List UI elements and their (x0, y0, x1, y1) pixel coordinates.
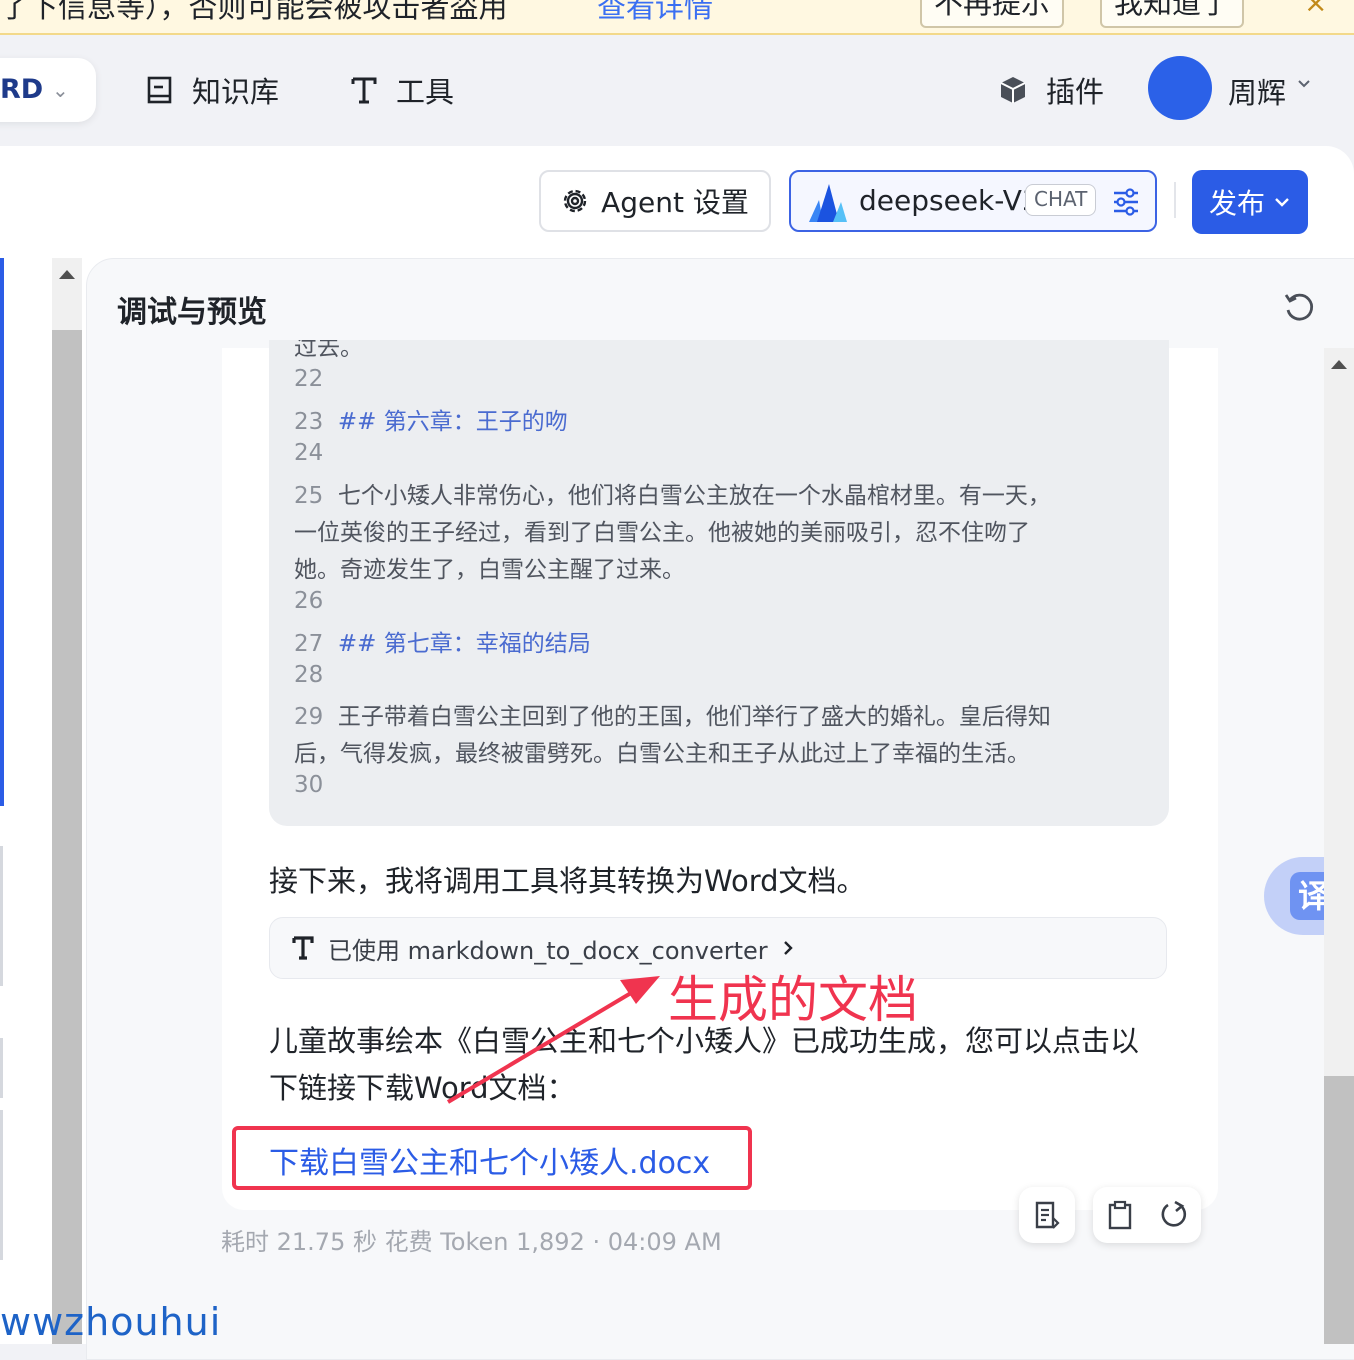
clipboard-icon[interactable] (1106, 1200, 1134, 1230)
agent-settings-button[interactable]: Agent 设置 (539, 170, 771, 232)
nav-tools[interactable]: 工具 (350, 70, 454, 110)
nav-knowledge-label: 知识库 (192, 75, 280, 109)
workspace-selector[interactable]: RD ⌄ (0, 58, 96, 122)
banner-details-link[interactable]: 查看详情 (597, 0, 713, 26)
gear-icon (563, 189, 587, 213)
user-name[interactable]: 周辉 (1228, 70, 1286, 112)
code-text: 后，气得发疯，最终被雷劈死。白雪公主和王子从此过上了幸福的生活。 (294, 741, 1030, 767)
code-line: 29 王子带着白雪公主回到了他的王国，他们举行了盛大的婚礼。皇后得知 (294, 697, 1051, 731)
workspace-label: RD (0, 74, 44, 105)
code-line: 28 (294, 662, 323, 688)
chevron-down-icon: ⌄ (52, 78, 69, 102)
code-line: 30 (294, 772, 323, 798)
left-divider (0, 1038, 3, 1098)
nav-knowledge[interactable]: 知识库 (146, 70, 279, 110)
panel-title: 调试与预览 (117, 295, 267, 330)
publish-button[interactable]: 发布 (1192, 170, 1308, 234)
code-line: 26 (294, 588, 323, 614)
left-divider (0, 846, 3, 986)
message-text: 下链接下载Word文档： (269, 1071, 576, 1105)
left-sidebar-accent (0, 258, 4, 806)
line-number: 25 (294, 483, 324, 509)
code-line: 25 七个小矮人非常伤心，他们将白雪公主放在一个水晶棺材里。有一天， (294, 476, 1051, 510)
download-link[interactable]: 下载白雪公主和七个小矮人.docx (269, 1138, 710, 1182)
warning-banner: 了下信息等），否则可能会被攻击者盗用 查看详情 不再提示 我知道了 × (0, 0, 1354, 35)
scroll-up-arrow-icon[interactable] (1330, 358, 1348, 370)
tool-icon (292, 936, 314, 960)
nav-plugins[interactable]: 插件 (998, 70, 1104, 110)
copy-text-button[interactable] (1019, 1187, 1075, 1243)
line-number: 29 (294, 704, 324, 730)
code-text: 过去。 (294, 340, 363, 361)
code-text: 一位英俊的王子经过，看到了白雪公主。他被她的美丽吸引，忍不住吻了 (294, 520, 1030, 546)
regenerate-icon[interactable] (1159, 1200, 1189, 1230)
model-mode-badge: CHAT (1025, 184, 1097, 216)
annotation-label: 生成的文档 (668, 971, 918, 1029)
line-number: 30 (294, 772, 324, 798)
code-line: 22 (294, 366, 323, 392)
book-icon (147, 76, 172, 104)
code-line: 一位英俊的王子经过，看到了白雪公主。他被她的美丽吸引，忍不住吻了 (294, 513, 1030, 547)
model-name: deepseek-V3 (859, 184, 1040, 217)
code-text: 七个小矮人非常伤心，他们将白雪公主放在一个水晶棺材里。有一天， (337, 483, 1051, 509)
chevron-down-icon (1275, 198, 1289, 207)
got-it-button[interactable]: 我知道了 (1100, 0, 1245, 28)
code-line: 后，气得发疯，最终被雷劈死。白雪公主和王子从此过上了幸福的生活。 (294, 734, 1030, 768)
message-meta: 耗时 21.75 秒 花费 Token 1,892 · 04:09 AM (221, 1228, 722, 1256)
nav-tools-label: 工具 (396, 75, 455, 109)
line-number: 23 (294, 409, 324, 435)
deepseek-logo-icon (809, 184, 847, 222)
agent-settings-label: Agent 设置 (601, 186, 749, 219)
close-icon[interactable]: × (1304, 0, 1327, 19)
tool-icon (351, 77, 377, 104)
line-number: 26 (294, 588, 324, 614)
chevron-right-icon (783, 941, 793, 955)
reset-icon[interactable] (1282, 290, 1316, 324)
sliders-icon[interactable] (1111, 188, 1141, 216)
left-scrollbar-thumb[interactable] (52, 330, 82, 1344)
code-line: 过去。 (294, 340, 363, 362)
code-block: 过去。 22 23 ## 第六章：王子的吻 24 25 七个小矮人非常伤心，他们… (269, 340, 1169, 826)
banner-text: 了下信息等），否则可能会被攻击者盗用 (0, 0, 508, 24)
code-line: 27 ## 第七章：幸福的结局 (294, 624, 591, 658)
cube-icon (1000, 77, 1026, 103)
publish-label: 发布 (1208, 187, 1265, 220)
left-divider (0, 1110, 3, 1260)
watermark-text: wwzhouhui (0, 1300, 222, 1344)
line-number: 22 (294, 366, 324, 392)
message-text: 接下来，我将调用工具将其转换为Word文档。 (269, 864, 866, 898)
code-line: 24 (294, 440, 323, 466)
avatar[interactable] (1148, 56, 1212, 120)
code-text: 她。奇迹发生了，白雪公主醒了过来。 (294, 557, 685, 583)
code-line: 她。奇迹发生了，白雪公主醒了过来。 (294, 550, 685, 584)
code-text: 王子带着白雪公主回到了他的王国，他们举行了盛大的婚礼。皇后得知 (337, 704, 1051, 730)
document-icon (1035, 1201, 1060, 1229)
scroll-up-arrow-icon[interactable] (58, 268, 76, 280)
line-number: 28 (294, 662, 324, 688)
right-scrollbar-thumb[interactable] (1324, 1076, 1354, 1344)
code-heading: ## 第七章：幸福的结局 (337, 631, 591, 657)
model-selector[interactable]: deepseek-V3 CHAT (789, 170, 1157, 232)
code-heading: ## 第六章：王子的吻 (337, 409, 568, 435)
no-remind-button[interactable]: 不再提示 (920, 0, 1065, 28)
line-number: 27 (294, 631, 324, 657)
message-actions (1093, 1187, 1201, 1243)
nav-plugins-label: 插件 (1046, 75, 1105, 109)
chevron-down-icon[interactable] (1296, 78, 1312, 90)
code-line: 23 ## 第六章：王子的吻 (294, 402, 568, 436)
line-number: 24 (294, 440, 324, 466)
toolbar-divider (1174, 182, 1176, 218)
